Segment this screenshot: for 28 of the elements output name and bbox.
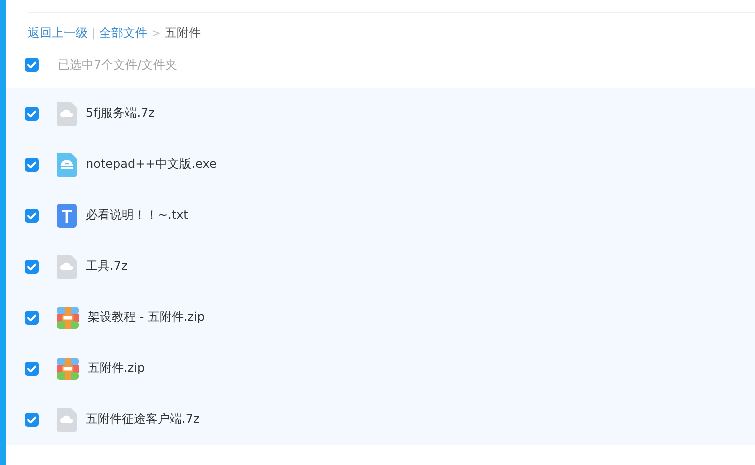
file-checkbox[interactable] [25, 310, 39, 324]
file-name[interactable]: notepad++中文版.exe [86, 156, 217, 173]
text-file-icon [57, 204, 77, 228]
file-name[interactable]: 必看说明！！~.txt [86, 207, 188, 224]
file-name[interactable]: 架设教程 - 五附件.zip [88, 309, 206, 326]
cloud-file-icon [57, 102, 77, 126]
all-files-link[interactable]: 全部文件 [100, 24, 148, 42]
file-name[interactable]: 工具.7z [86, 258, 128, 275]
file-checkbox[interactable] [25, 106, 39, 120]
exe-file-icon [57, 152, 77, 176]
file-checkbox[interactable] [25, 412, 39, 426]
current-folder: 五附件 [164, 24, 201, 42]
cloud-file-icon [57, 254, 77, 278]
file-name[interactable]: 五附件征途客户端.7z [86, 411, 200, 428]
cloud-file-icon [57, 408, 77, 432]
selection-count: 已选中7个文件/文件夹 [58, 56, 178, 74]
file-checkbox[interactable] [25, 260, 39, 274]
file-checkbox[interactable] [25, 158, 39, 172]
zip-file-icon [57, 306, 79, 328]
file-name[interactable]: 五附件.zip [88, 360, 146, 377]
back-link[interactable]: 返回上一级 [28, 24, 88, 42]
breadcrumb-separator: | [92, 26, 96, 40]
breadcrumb-arrow: > [152, 26, 161, 40]
select-all-checkbox[interactable] [25, 58, 39, 72]
file-checkbox[interactable] [25, 362, 39, 376]
file-checkbox[interactable] [25, 208, 39, 222]
zip-file-icon [57, 358, 79, 380]
file-name[interactable]: 5fj服务端.7z [86, 105, 155, 122]
